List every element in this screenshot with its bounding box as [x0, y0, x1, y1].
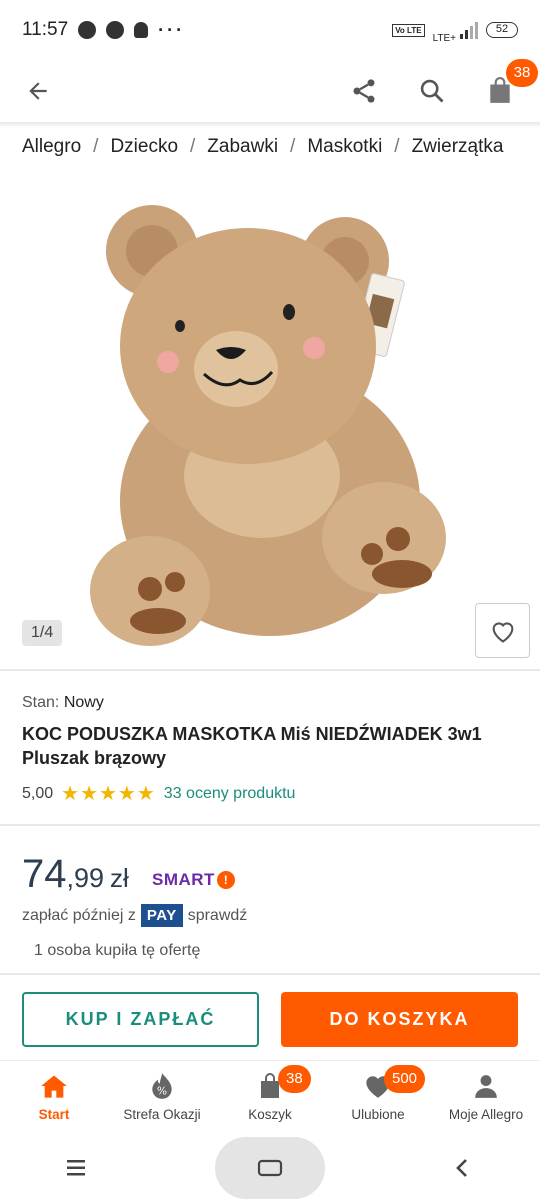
search-button[interactable] [412, 71, 452, 111]
status-bar: 11:57 ··· Vo LTE LTE+ 52 [0, 0, 540, 60]
buy-now-button[interactable]: KUP I ZAPŁAĆ [22, 992, 259, 1047]
price: 74 ,99 zł [22, 852, 129, 897]
favorites-count-badge: 500 [384, 1065, 426, 1093]
gallery-counter: 1/4 [22, 620, 63, 646]
smart-badge[interactable]: SMART ! [152, 870, 235, 890]
divider [0, 824, 540, 826]
nav-item-start[interactable]: Start [0, 1061, 108, 1135]
favorite-button[interactable] [475, 603, 530, 658]
home-button[interactable] [214, 1136, 325, 1199]
price-currency: zł [110, 863, 129, 893]
pay-later-row[interactable]: zapłać później z PAY sprawdź [22, 904, 247, 927]
svg-text:%: % [157, 1085, 167, 1098]
back-button[interactable] [20, 73, 56, 109]
heart-outline-icon [492, 621, 513, 643]
chevron-left-icon [455, 1158, 467, 1177]
breadcrumb-item[interactable]: Allegro [22, 136, 81, 158]
top-app-bar: 38 [0, 59, 540, 122]
signal-icon [460, 21, 478, 39]
nav-label: Koszyk [248, 1107, 292, 1122]
pay-later-prefix: zapłać później z [22, 906, 136, 924]
volte-icon: Vo LTE [392, 23, 425, 37]
home-icon [39, 1071, 69, 1101]
condition-row: Stan: Nowy [22, 694, 104, 712]
nav-item-my-allegro[interactable]: Moje Allegro [432, 1061, 540, 1135]
cart-count-badge: 38 [278, 1065, 311, 1093]
rating-score: 5,00 [22, 784, 54, 802]
home-square-icon [257, 1159, 283, 1176]
search-icon [420, 79, 444, 103]
user-icon [471, 1071, 501, 1101]
add-to-cart-button[interactable]: DO KOSZYKA [281, 992, 518, 1047]
lte-label: LTE+ [432, 32, 456, 44]
smart-exclamation-icon: ! [216, 871, 235, 889]
share-icon [353, 79, 375, 103]
nav-label: Start [38, 1107, 70, 1122]
breadcrumb-separator: / [394, 136, 400, 157]
breadcrumb-item[interactable]: Dziecko [110, 136, 178, 158]
product-title: KOC PODUSZKA MASKOTKA Miś NIEDŹWIADEK 3w… [22, 724, 482, 768]
bell-icon [134, 22, 149, 38]
messenger-icon [78, 21, 97, 39]
breadcrumb-separator: / [93, 136, 99, 157]
arrow-left-icon [29, 82, 47, 100]
breadcrumb-item[interactable]: Zabawki [207, 136, 278, 158]
cart-button[interactable]: 38 [480, 59, 538, 111]
price-decimal: ,99 [66, 863, 105, 893]
breadcrumb-separator: / [190, 136, 196, 157]
system-nav-bar [0, 1135, 540, 1200]
breadcrumb: Allegro / Dziecko / Zabawki / Maskotki /… [22, 136, 532, 158]
more-notifications-icon: ··· [158, 19, 186, 40]
deals-icon: % [147, 1071, 177, 1101]
system-back-button[interactable] [442, 1148, 482, 1188]
battery-icon: 52 [486, 22, 518, 38]
share-button[interactable] [344, 71, 384, 111]
star-rating-icon: ★★★★★ [61, 783, 156, 805]
nav-label: Strefa Okazji [123, 1107, 201, 1122]
bought-count: 1 osoba kupiła tę ofertę [34, 942, 201, 959]
nav-label: Ulubione [351, 1107, 405, 1122]
menu-icon [67, 1159, 86, 1175]
pay-logo: PAY [140, 904, 183, 927]
rating-row[interactable]: 5,00 ★★★★★ 33 oceny produktu [22, 781, 295, 806]
divider [0, 973, 540, 975]
notification-app-icon [106, 21, 125, 39]
cart-count-badge: 38 [506, 59, 538, 87]
bottom-nav: Start % Strefa Okazji 38 Koszyk 500 Ulub… [0, 1060, 540, 1135]
pay-later-link[interactable]: sprawdź [188, 907, 248, 925]
product-image[interactable] [0, 176, 540, 666]
nav-item-favorites[interactable]: 500 Ulubione [324, 1061, 432, 1135]
recent-apps-button[interactable] [58, 1148, 98, 1188]
divider [0, 669, 540, 671]
nav-item-deals[interactable]: % Strefa Okazji [108, 1061, 216, 1135]
breadcrumb-item[interactable]: Zwierzątka [412, 136, 504, 158]
nav-label: Moje Allegro [448, 1107, 524, 1122]
price-integer: 74 [22, 852, 67, 896]
reviews-link[interactable]: 33 oceny produktu [164, 785, 296, 803]
app-bar-shadow [0, 122, 540, 128]
condition-value: Nowy [63, 694, 104, 711]
status-time: 11:57 [22, 19, 69, 40]
smart-label: SMART [152, 870, 215, 889]
breadcrumb-item[interactable]: Maskotki [307, 136, 382, 158]
condition-label: Stan: [22, 694, 60, 711]
nav-item-cart[interactable]: 38 Koszyk [216, 1061, 324, 1135]
breadcrumb-separator: / [290, 136, 296, 157]
